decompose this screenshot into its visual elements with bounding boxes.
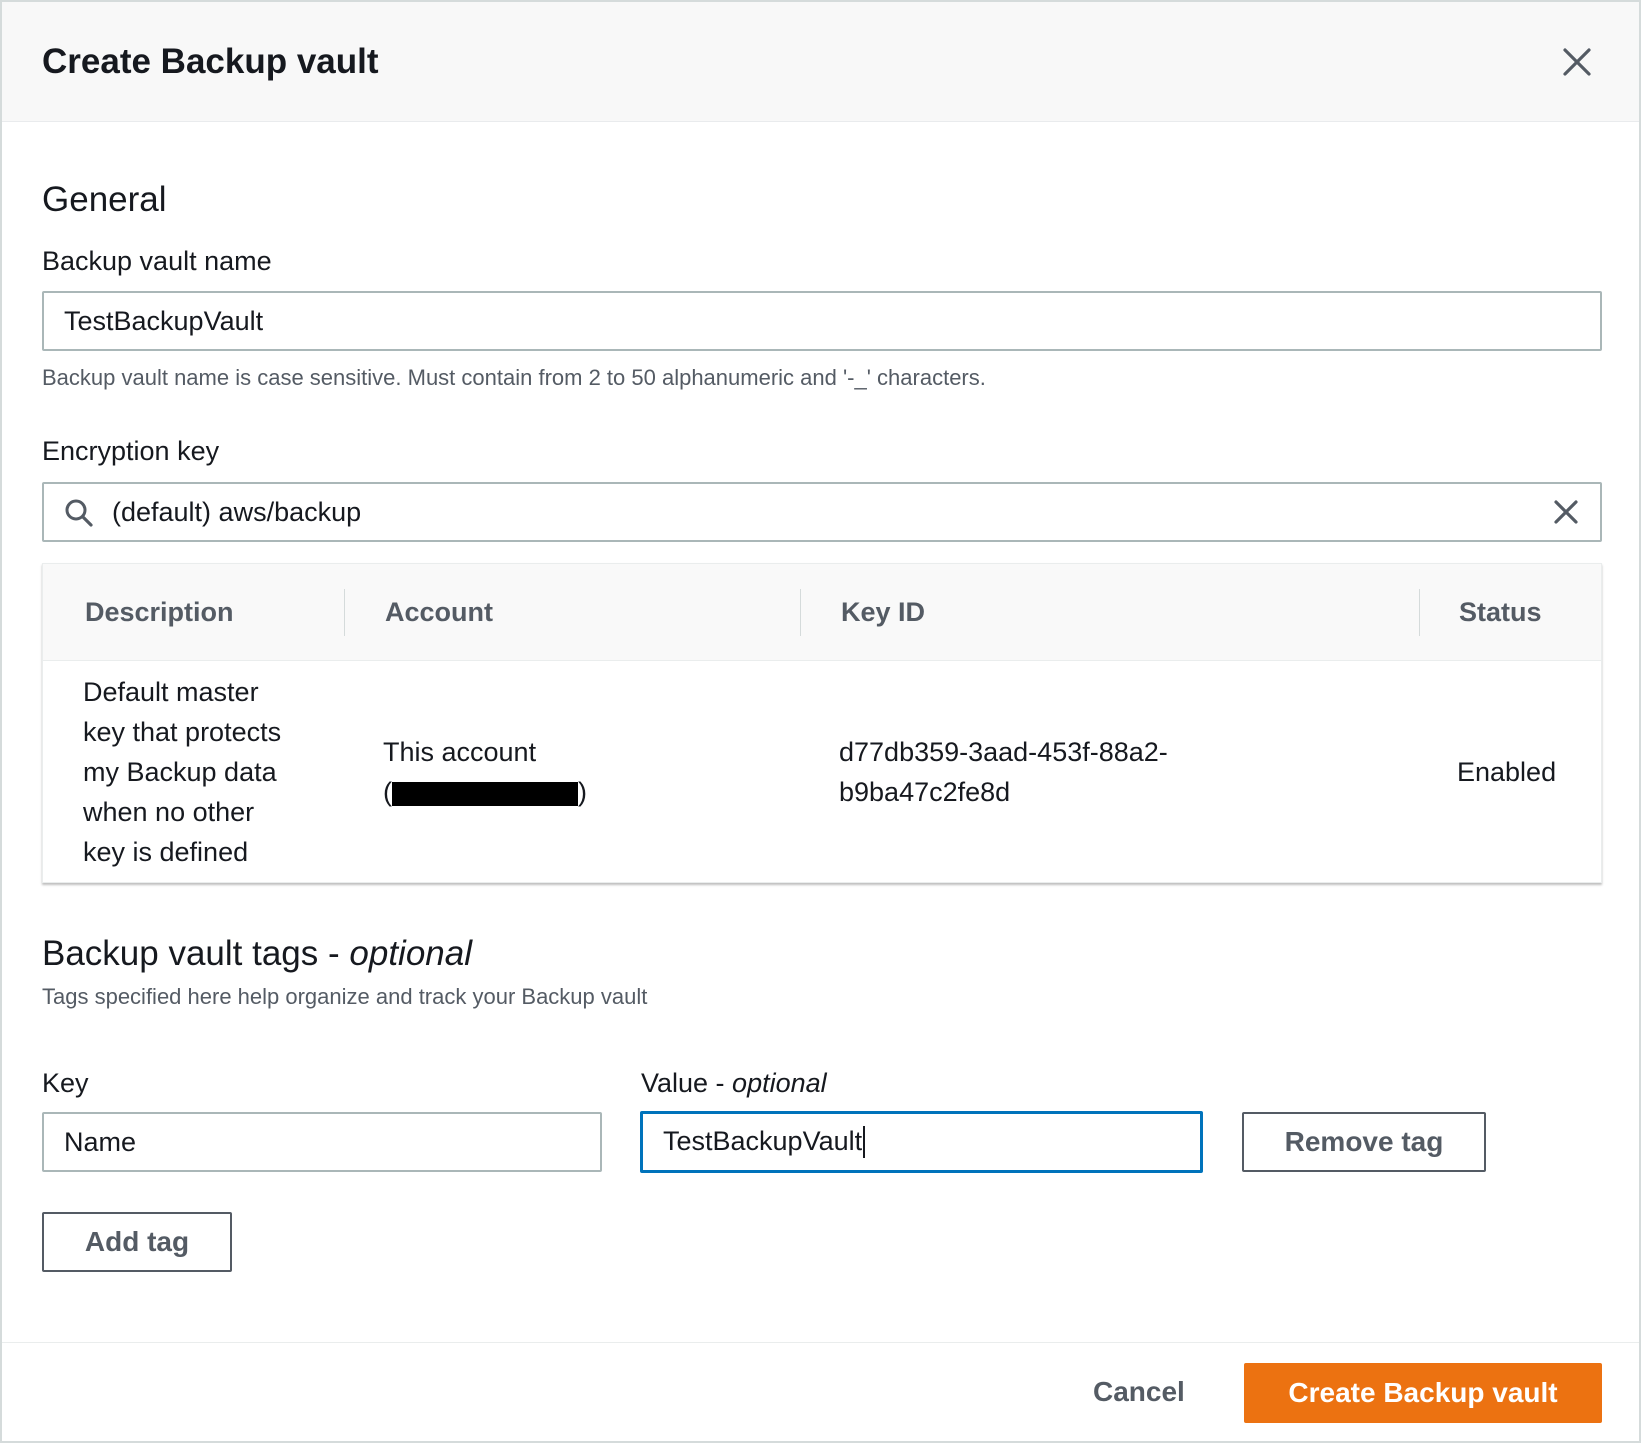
close-icon-graphic xyxy=(1563,48,1591,76)
tag-key-value: Name xyxy=(64,1126,137,1157)
column-header-account: Account xyxy=(385,597,493,627)
account-id-line: () xyxy=(383,772,587,812)
table-header: Description Account Key ID Status xyxy=(43,564,1601,661)
cell-key-id: d77db359-3aad-453f-88a2- b9ba47c2fe8d xyxy=(839,732,1168,812)
tag-key-label: Key xyxy=(42,1068,89,1098)
tags-section-title: Backup vault tags - optional xyxy=(42,934,472,974)
column-header-status: Status xyxy=(1459,597,1542,627)
description-line: Default master xyxy=(83,677,259,707)
encryption-key-label: Encryption key xyxy=(42,436,220,466)
clear-icon[interactable] xyxy=(1550,496,1582,528)
column-separator xyxy=(800,589,801,636)
key-id-line: d77db359-3aad-453f-88a2- xyxy=(839,737,1168,767)
tag-value-value: TestBackupVault xyxy=(643,1125,866,1159)
description-line: when no other xyxy=(83,797,255,827)
description-line: my Backup data xyxy=(83,757,277,787)
vault-name-input[interactable]: TestBackupVault xyxy=(42,291,1602,351)
tag-value-input[interactable]: TestBackupVault xyxy=(640,1111,1203,1173)
general-section-title: General xyxy=(42,180,167,219)
tags-hint: Tags specified here help organize and tr… xyxy=(42,984,648,1009)
vault-name-value: TestBackupVault xyxy=(64,305,264,336)
account-close-paren: ) xyxy=(578,777,587,807)
encryption-key-search-input[interactable]: (default) aws/backup xyxy=(42,482,1602,542)
redacted-account-id xyxy=(392,781,578,806)
key-id-line: b9ba47c2fe8d xyxy=(839,777,1011,807)
encryption-key-table: Description Account Key ID Status Defaul… xyxy=(42,563,1602,883)
add-tag-button[interactable]: Add tag xyxy=(42,1212,232,1272)
column-header-key-id: Key ID xyxy=(841,597,926,627)
create-backup-vault-button[interactable]: Create Backup vault xyxy=(1244,1363,1602,1423)
description-line: key that protects xyxy=(83,717,282,747)
tag-value-label-optional: optional xyxy=(732,1068,827,1098)
tag-key-input[interactable]: Name xyxy=(42,1112,602,1172)
column-header-description: Description xyxy=(85,597,234,627)
cancel-button[interactable]: Cancel xyxy=(1093,1376,1185,1408)
tag-value-label: Value - optional xyxy=(641,1068,827,1099)
cell-account: This account () xyxy=(383,732,587,812)
search-icon xyxy=(65,499,93,527)
remove-tag-button[interactable]: Remove tag xyxy=(1242,1112,1486,1172)
modal-header: Create Backup vault xyxy=(2,2,1639,122)
account-line: This account xyxy=(383,737,537,767)
cell-description: Default master key that protects my Back… xyxy=(83,672,281,872)
tags-title-optional: optional xyxy=(349,934,472,973)
create-backup-vault-modal: Create Backup vault General Backup vault… xyxy=(0,0,1641,1443)
vault-name-label: Backup vault name xyxy=(42,246,272,276)
close-icon[interactable] xyxy=(1557,42,1597,82)
column-separator xyxy=(1419,589,1420,636)
column-separator xyxy=(344,589,345,636)
description-line: key is defined xyxy=(83,837,249,867)
cell-status: Enabled xyxy=(1457,757,1557,787)
modal-title: Create Backup vault xyxy=(42,42,379,81)
text-caret xyxy=(863,1126,866,1159)
account-open-paren: ( xyxy=(383,777,392,807)
vault-name-hint: Backup vault name is case sensitive. Mus… xyxy=(42,365,986,390)
tag-value-label-text: Value - xyxy=(641,1068,733,1098)
tags-title-text: Backup vault tags - xyxy=(42,934,350,973)
tag-value-text: TestBackupVault xyxy=(663,1125,863,1156)
modal-footer: Cancel Create Backup vault xyxy=(2,1342,1639,1445)
